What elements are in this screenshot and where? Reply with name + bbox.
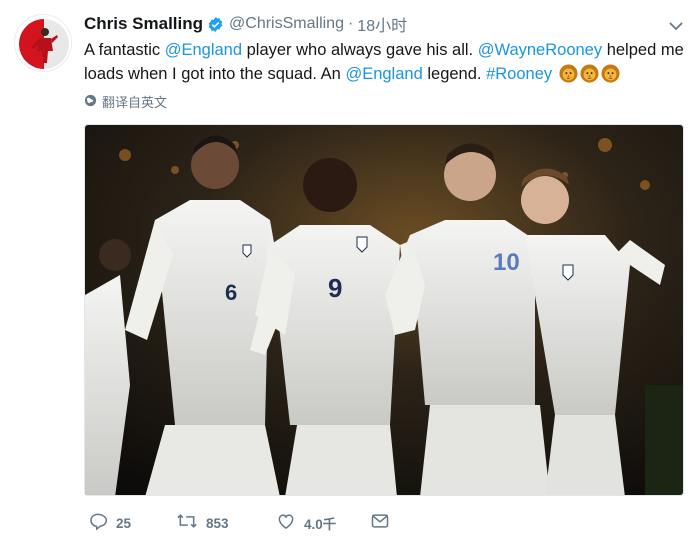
shirt-number: 9 [328, 273, 342, 303]
shirt-number: 6 [225, 280, 237, 305]
lion-emoji [559, 64, 578, 83]
hashtag-link[interactable]: #Rooney [486, 65, 552, 83]
message-icon [370, 511, 390, 536]
like-button[interactable]: 4.0千 [276, 510, 336, 536]
author-handle[interactable]: @ChrisSmalling [229, 15, 344, 33]
lion-emoji [601, 64, 620, 83]
chevron-down-icon[interactable] [668, 18, 684, 34]
separator-dot: · [347, 15, 354, 32]
avatar[interactable] [14, 14, 72, 72]
reply-button[interactable]: 25 [88, 510, 131, 536]
reply-icon [88, 511, 108, 536]
text-segment: legend. [422, 65, 487, 83]
like-count: 4.0千 [304, 517, 337, 532]
timestamp[interactable]: 18小时 [357, 12, 407, 36]
tweet-actions: 25 853 4.0千 [84, 510, 504, 536]
verified-badge-icon [207, 16, 224, 33]
mention-link[interactable]: @England [165, 41, 242, 59]
tweet-text: A fantastic @England player who always g… [84, 38, 684, 86]
author-name[interactable]: Chris Smalling [84, 14, 203, 34]
lion-emoji [580, 64, 599, 83]
reply-count: 25 [116, 515, 132, 531]
tweet-photo[interactable]: 6 9 10 [84, 124, 684, 496]
tweet-header: Chris Smalling @ChrisSmalling · 18小时 [84, 12, 407, 36]
retweet-button[interactable]: 853 [176, 510, 229, 536]
text-segment: player who always gave his all. [242, 41, 478, 59]
retweet-icon [176, 511, 198, 536]
globe-icon [84, 94, 102, 110]
shirt-number: 10 [493, 249, 520, 276]
translate-label: 翻译自英文 [102, 95, 168, 110]
translate-link[interactable]: 翻译自英文 [84, 92, 167, 111]
direct-message-button[interactable] [370, 510, 390, 536]
mention-link[interactable]: @WayneRooney [478, 41, 602, 59]
like-icon [276, 511, 296, 536]
text-segment: A fantastic [84, 41, 165, 59]
retweet-count: 853 [206, 515, 229, 531]
mention-link[interactable]: @England [345, 65, 422, 83]
